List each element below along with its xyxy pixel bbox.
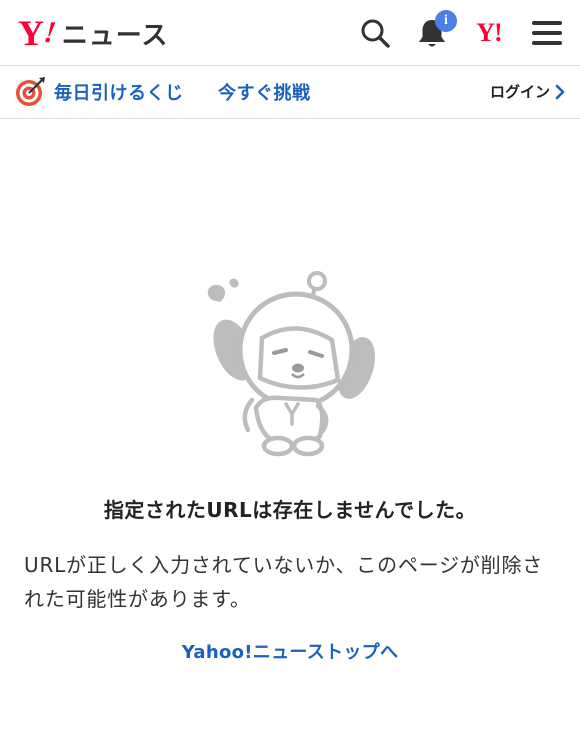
target-dart-icon [16,77,45,106]
error-description: URLが正しく入力されていないか、このページが削除された可能性があります。 [24,553,544,611]
login-link[interactable]: ログイン [490,81,566,102]
chevron-right-icon [555,84,565,99]
news-top-link[interactable]: Yahoo!ニューストップへ [0,638,580,664]
lottery-label[interactable]: 毎日引けるくじ [54,79,184,105]
logo-section-name: ニュース [61,20,169,51]
error-title: 指定されたURLは存在しませんでした。 [103,498,477,522]
yahoo-japan-button[interactable]: Y! [470,14,508,52]
logo-y-mark: Y [18,13,44,53]
yahoo-news-logo[interactable]: Y ! ニュース [18,14,168,52]
hamburger-menu-icon [532,21,562,45]
lottery-cta-link[interactable]: 今すぐ挑戦 [218,79,311,105]
notifications-button[interactable]: i [413,10,457,52]
login-label: ログイン [489,83,550,101]
lottery-promo-bar[interactable]: 毎日引けるくじ 今すぐ挑戦 ログイン [0,66,580,119]
sad-dog-mascot-icon [207,271,375,457]
logo-bang-mark: ! [41,16,59,49]
yahoo-japan-icon: Y! [476,18,502,47]
search-icon [361,19,390,48]
notification-badge: i [435,10,457,32]
menu-button[interactable] [528,14,566,52]
app-header: Y ! ニュース i Y! [0,0,580,66]
search-button[interactable] [356,14,394,52]
